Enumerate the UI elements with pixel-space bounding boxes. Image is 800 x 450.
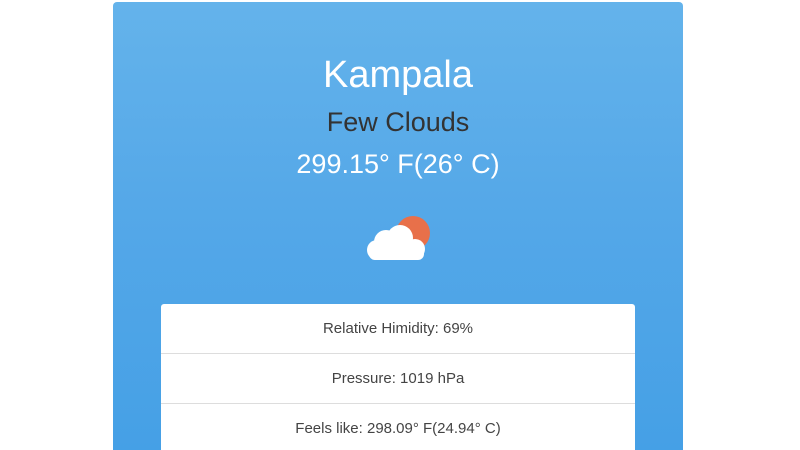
weather-card: Kampala Few Clouds 299.15° F(26° C) Rela… — [113, 2, 683, 450]
weather-details-list: Relative Himidity: 69% Pressure: 1019 hP… — [161, 304, 635, 450]
city-name: Kampala — [323, 54, 473, 96]
temperature: 299.15° F(26° C) — [296, 149, 500, 179]
pressure-row: Pressure: 1019 hPa — [161, 354, 635, 404]
weather-description: Few Clouds — [326, 107, 470, 137]
humidity-row: Relative Himidity: 69% — [161, 304, 635, 354]
feels-like-row: Feels like: 298.09° F(24.94° C) — [295, 420, 501, 437]
few-clouds-icon — [363, 212, 437, 266]
